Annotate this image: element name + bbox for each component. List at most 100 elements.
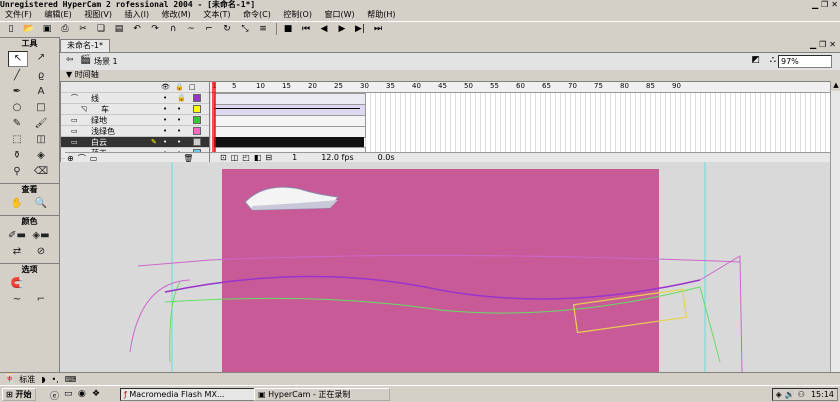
save-icon[interactable]: ▣	[40, 23, 54, 35]
rotate-icon[interactable]: ↻	[220, 23, 234, 35]
no-color-icon[interactable]: ⊘	[32, 245, 50, 259]
visible-dot[interactable]: •	[163, 105, 167, 113]
arrow-tool-icon[interactable]: ↖	[8, 51, 28, 67]
document-tab[interactable]: 未命名-1*	[60, 39, 110, 52]
pencil-tool-icon[interactable]: ✎	[8, 117, 26, 131]
doc-minimize-icon[interactable]: ▁	[810, 40, 816, 49]
minimize-icon[interactable]: ▁	[812, 0, 818, 9]
visible-dot[interactable]: •	[163, 127, 167, 135]
straighten-icon[interactable]: ⌐	[202, 23, 216, 35]
zoom-tool-icon[interactable]: 🔍	[32, 197, 50, 211]
layer-color-swatch[interactable]	[193, 116, 201, 124]
moon-icon[interactable]: ◗	[41, 375, 45, 384]
task-hypercam[interactable]: ▣ HyperCam - 正在录制	[254, 388, 390, 401]
smooth-option-icon[interactable]: ~	[8, 293, 26, 307]
scroll-up-icon[interactable]: ▲	[831, 81, 840, 91]
fill-transform-tool-icon[interactable]: ◫	[32, 133, 50, 147]
lock-dot[interactable]: •	[177, 127, 181, 135]
quicklaunch-media-icon[interactable]: ◉	[78, 389, 86, 399]
layer-color-swatch[interactable]	[193, 94, 201, 102]
quicklaunch-ie-icon[interactable]: ⓔ	[50, 389, 59, 402]
new-icon[interactable]: ▯	[4, 23, 18, 35]
redo-icon[interactable]: ↷	[148, 23, 162, 35]
fill-color-icon[interactable]: ◈▬	[32, 229, 50, 243]
rectangle-tool-icon[interactable]: □	[32, 101, 50, 115]
layer-color-swatch[interactable]	[193, 138, 201, 146]
layer-color-swatch[interactable]	[193, 105, 201, 113]
menu-help[interactable]: 帮助(H)	[362, 9, 400, 21]
rewind-icon[interactable]: ⏮	[299, 23, 313, 35]
brush-tool-icon[interactable]: 🖌	[32, 117, 50, 131]
straighten-option-icon[interactable]: ⌐	[32, 293, 50, 307]
lock-dot[interactable]: •	[177, 116, 181, 124]
vertical-scrollbar[interactable]: ▲	[830, 81, 840, 372]
paste-icon[interactable]: ▤	[112, 23, 126, 35]
ime-icon[interactable]: 🀄	[4, 374, 15, 384]
pen-tool-icon[interactable]: ✒	[8, 85, 26, 99]
lock-dot[interactable]: 🔒	[177, 94, 186, 102]
edit-symbols-icon[interactable]: ◩	[751, 55, 760, 65]
quicklaunch-desktop-icon[interactable]: ▭	[64, 389, 73, 399]
tray-volume-icon[interactable]: 🔊	[785, 390, 795, 399]
doc-close-icon[interactable]: ✕	[829, 40, 836, 49]
menu-text[interactable]: 文本(T)	[198, 9, 235, 21]
lasso-tool-icon[interactable]: ϱ	[32, 69, 50, 83]
step-forward-icon[interactable]: ▶|	[353, 23, 367, 35]
align-icon[interactable]: ≡	[256, 23, 270, 35]
tray-network-icon[interactable]: ⚇	[798, 390, 805, 399]
frames-area[interactable]: 1 5 10 15 20 25 30 35 40 45 50 55 60 65 …	[210, 82, 831, 163]
menu-control[interactable]: 控制(O)	[278, 9, 317, 21]
layer-row-active[interactable]: ▭ 白云 ✎ • •	[61, 137, 209, 148]
swap-colors-icon[interactable]: ⇄	[8, 245, 26, 259]
quicklaunch-app-icon[interactable]: ❖	[92, 389, 100, 399]
undo-icon[interactable]: ↶	[130, 23, 144, 35]
print-icon[interactable]: ⎙	[58, 23, 72, 35]
lock-dot[interactable]: •	[177, 105, 181, 113]
end-icon[interactable]: ⏭	[371, 23, 385, 35]
lock-icon[interactable]: 🔒	[175, 83, 184, 91]
menu-file[interactable]: 文件(F)	[0, 9, 37, 21]
keyboard-icon[interactable]: ⌨	[65, 375, 77, 384]
edit-scene-icon[interactable]: ⛬	[770, 55, 776, 65]
paint-bucket-tool-icon[interactable]: ◈	[32, 149, 50, 163]
eraser-tool-icon[interactable]: ⌫	[32, 165, 50, 179]
doc-restore-icon[interactable]: ❐	[819, 40, 826, 49]
eye-icon[interactable]: 👁	[161, 83, 170, 91]
layer-row[interactable]: ⌒ 线 • 🔒	[61, 93, 209, 104]
frame-ruler[interactable]: 1 5 10 15 20 25 30 35 40 45 50 55 60 65 …	[210, 82, 831, 93]
subselect-tool-icon[interactable]: ↗	[32, 51, 50, 65]
menu-view[interactable]: 视图(V)	[79, 9, 117, 21]
task-flash[interactable]: ƒ Macromedia Flash MX...	[120, 388, 256, 401]
visible-dot[interactable]: •	[163, 138, 167, 146]
frame-span-selected[interactable]	[214, 137, 364, 147]
restore-icon[interactable]: ❐	[821, 0, 828, 9]
smooth-icon[interactable]: ~	[184, 23, 198, 35]
zoom-select[interactable]: 97%	[778, 55, 832, 68]
close-icon[interactable]: ✕	[831, 0, 838, 9]
menu-commands[interactable]: 命令(C)	[238, 9, 276, 21]
line-tool-icon[interactable]: ╱	[8, 69, 26, 83]
stage-pasteboard[interactable]	[60, 162, 830, 373]
layer-row[interactable]: ▭ 绿地 • •	[61, 115, 209, 126]
layer-row[interactable]: ◹ 车 • •	[61, 104, 209, 115]
start-button[interactable]: ⊞ 开始	[2, 388, 36, 401]
menu-modify[interactable]: 修改(M)	[157, 9, 196, 21]
visible-dot[interactable]: •	[163, 116, 167, 124]
outline-icon[interactable]: □	[189, 83, 196, 91]
ime-mode-label[interactable]: 标准	[19, 374, 35, 385]
hand-tool-icon[interactable]: ✋	[8, 197, 26, 211]
oval-tool-icon[interactable]: ○	[8, 101, 26, 115]
open-icon[interactable]: 📂	[22, 23, 36, 35]
copy-icon[interactable]: ❏	[94, 23, 108, 35]
stop-icon[interactable]: ■	[281, 23, 295, 35]
stroke-color-icon[interactable]: ✐▬	[8, 229, 26, 243]
snap-icon[interactable]: ∩	[166, 23, 180, 35]
layer-color-swatch[interactable]	[193, 127, 201, 135]
playhead[interactable]	[212, 82, 216, 162]
play-icon[interactable]: ▶	[335, 23, 349, 35]
menu-insert[interactable]: 插入(I)	[120, 9, 155, 21]
scale-icon[interactable]: ⤡	[238, 23, 252, 35]
eyedropper-tool-icon[interactable]: ⚲	[8, 165, 26, 179]
punct-icon[interactable]: •,	[51, 375, 58, 384]
snap-magnet-icon[interactable]: 🧲	[8, 277, 26, 291]
